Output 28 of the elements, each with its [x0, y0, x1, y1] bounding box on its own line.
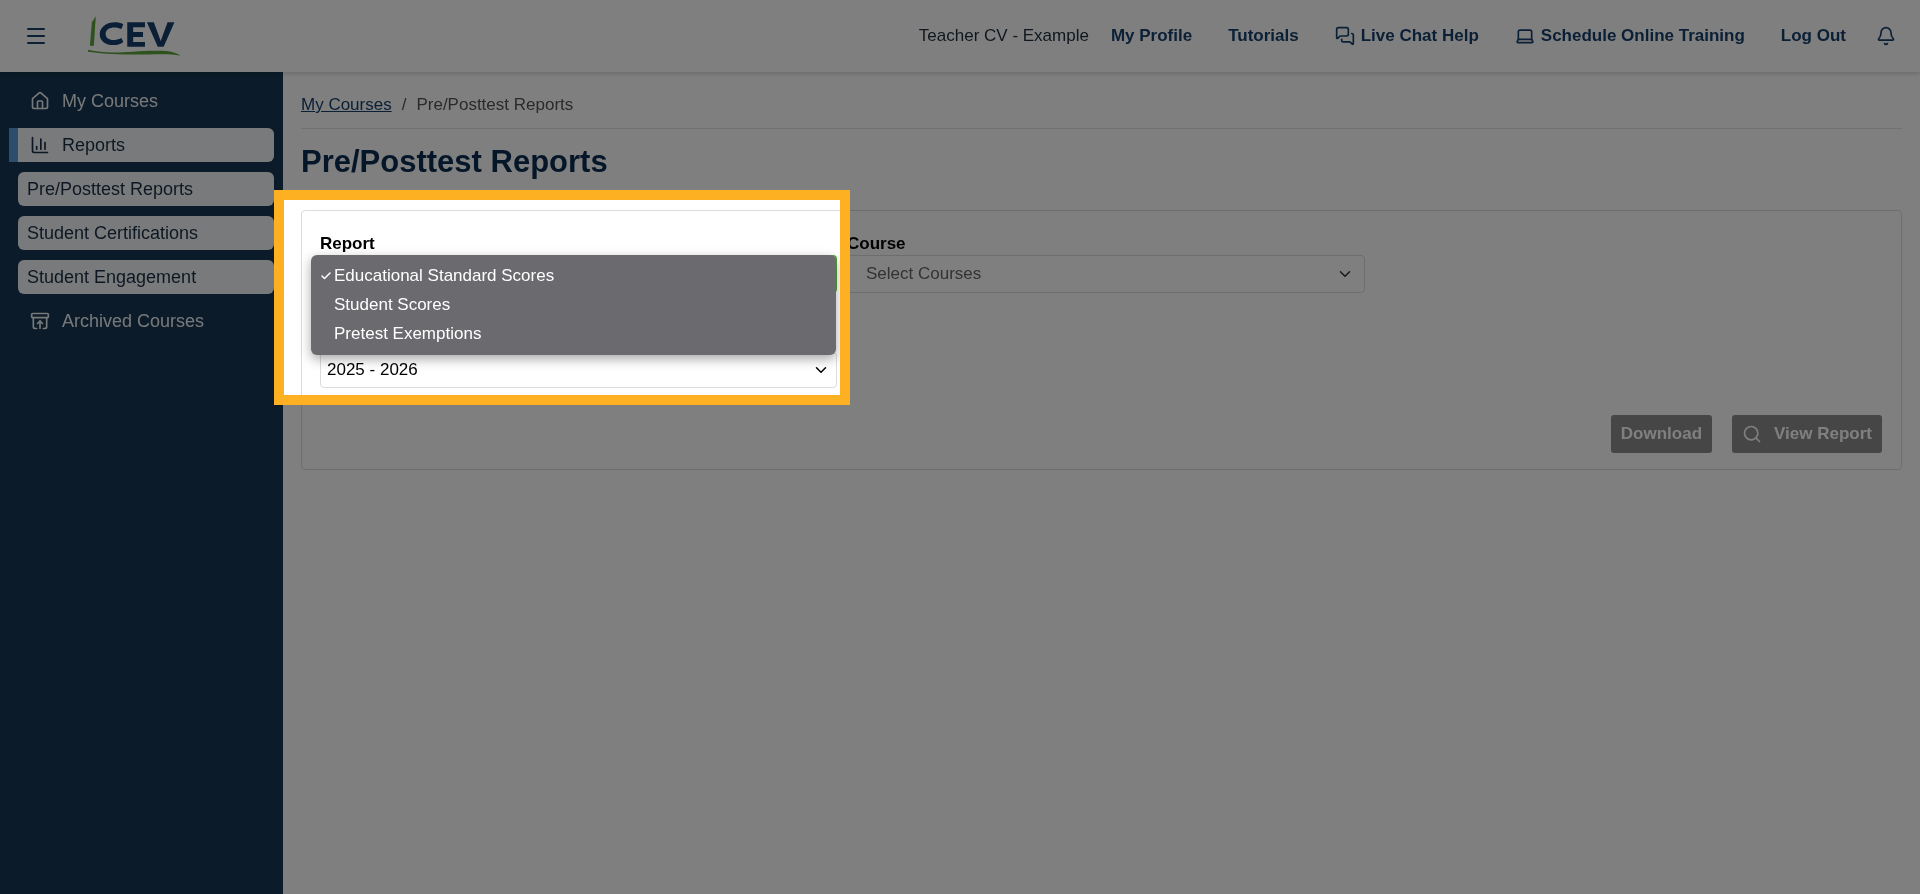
chat-bubbles-icon — [1334, 26, 1355, 46]
archive-icon — [30, 311, 50, 331]
nav-link[interactable]: Live Chat Help — [1334, 23, 1479, 49]
sidebar-item[interactable]: Student Engagement — [18, 260, 274, 294]
nav-link[interactable]: Tutorials — [1228, 23, 1299, 49]
user-name: Teacher CV - Example — [918, 25, 1089, 48]
bar-chart-icon — [30, 135, 50, 155]
nav-link[interactable]: Log Out — [1780, 23, 1846, 49]
breadcrumb-link[interactable]: My Courses — [301, 92, 392, 118]
sidebar-item[interactable]: Student Certifications — [18, 216, 274, 250]
sidebar-item[interactable]: Archived Courses — [18, 304, 274, 338]
sidebar-item[interactable]: My Courses — [18, 84, 274, 118]
field-label: Report — [320, 233, 376, 253]
menu-item[interactable]: Pretest Exemptions — [320, 319, 827, 348]
check-icon — [320, 269, 332, 282]
breadcrumb-current: Pre/Posttest Reports — [416, 94, 574, 116]
bell-icon[interactable] — [1876, 26, 1896, 46]
sidebar-item[interactable]: Pre/Posttest Reports — [18, 172, 274, 206]
sidebar-item[interactable]: Reports — [9, 128, 274, 162]
home-icon — [30, 91, 50, 111]
menu-item[interactable]: Student Scores — [320, 290, 827, 319]
nav-link[interactable]: Schedule Online Training — [1514, 23, 1745, 49]
menu-item[interactable]: Educational Standard Scores — [320, 261, 827, 290]
search-icon — [1742, 424, 1763, 444]
nav-link[interactable]: My Profile — [1110, 23, 1193, 49]
breadcrumb-separator: / — [401, 94, 407, 116]
laptop-icon — [1514, 26, 1535, 46]
page-title: Pre/Posttest Reports — [301, 142, 609, 181]
